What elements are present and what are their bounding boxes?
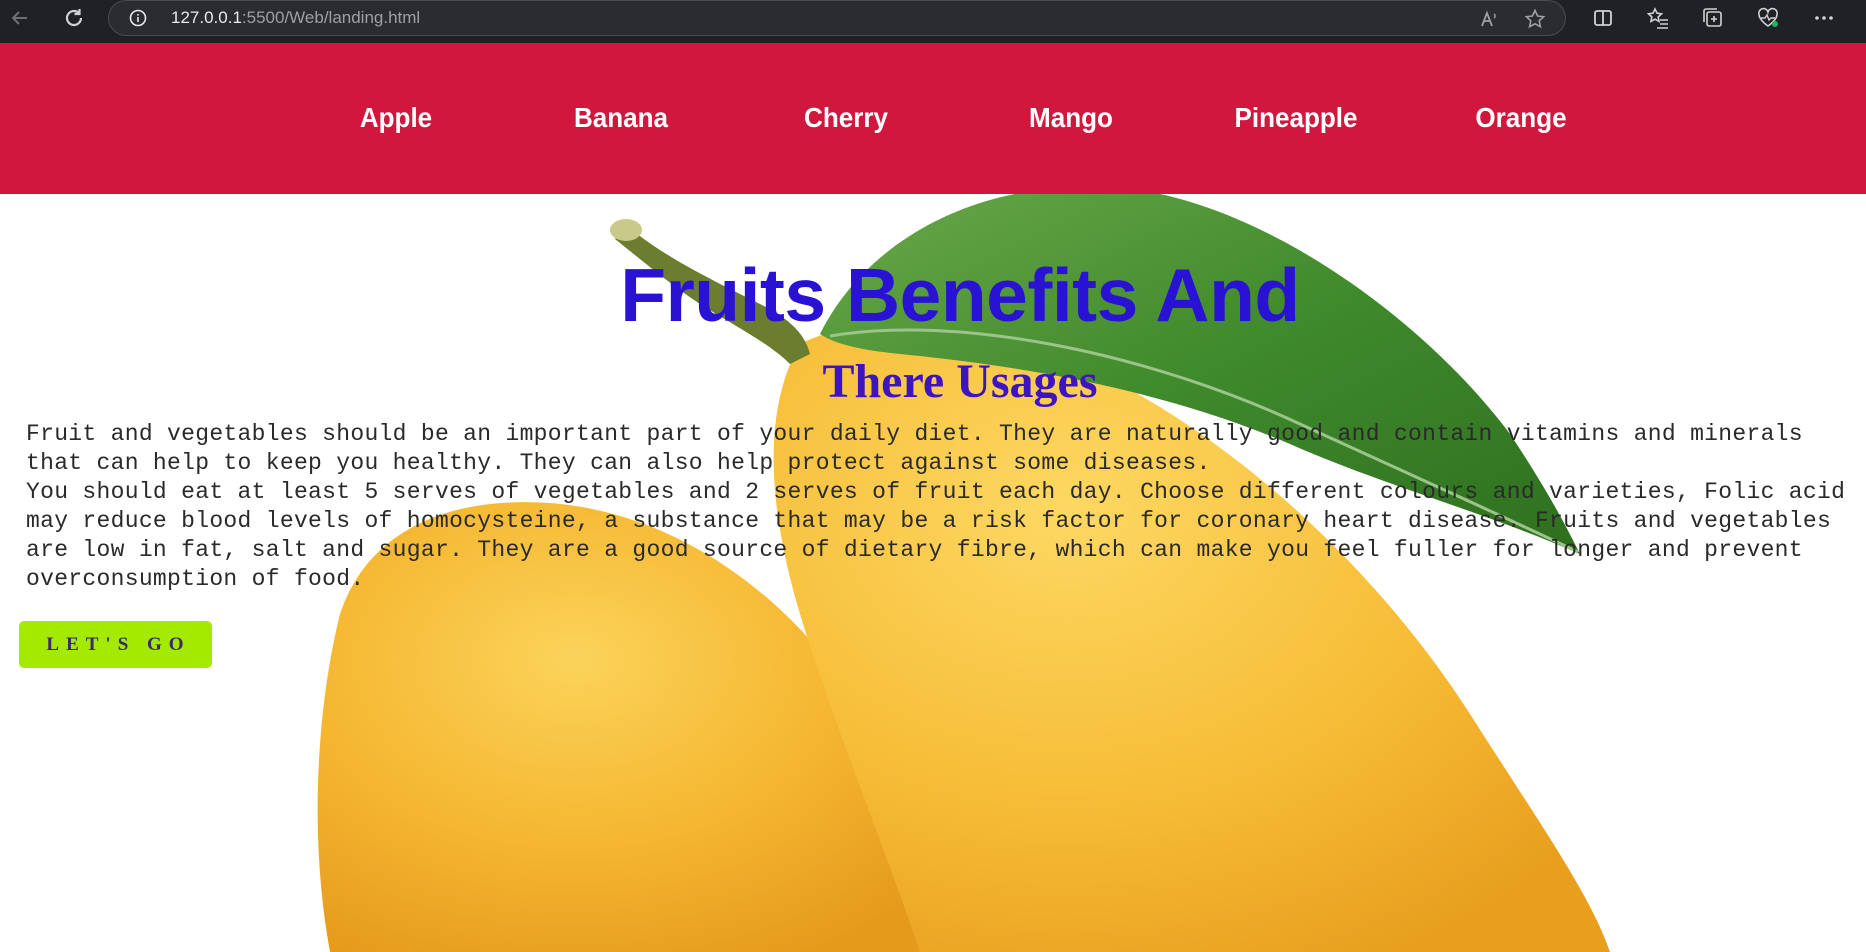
read-aloud-icon[interactable]	[1477, 7, 1501, 31]
favorites-list-icon[interactable]	[1640, 0, 1676, 36]
nav-link-apple[interactable]: Apple	[294, 102, 499, 134]
nav-link-banana[interactable]: Banana	[519, 102, 724, 134]
intro-text: Fruit and vegetables should be an import…	[26, 420, 1866, 594]
browser-toolbar: 127.0.0.1:5500/Web/landing.html	[0, 0, 1866, 43]
url-path: :5500/Web/landing.html	[241, 8, 421, 27]
more-icon[interactable]	[1806, 0, 1842, 36]
main-navigation: Apple Banana Cherry Mango Pineapple Oran…	[0, 43, 1866, 194]
split-screen-icon[interactable]	[1585, 0, 1621, 36]
info-icon[interactable]	[129, 9, 147, 27]
back-icon[interactable]	[2, 0, 38, 36]
page-subtitle: There Usages	[822, 355, 1098, 408]
url-host: 127.0.0.1	[171, 8, 242, 27]
refresh-icon[interactable]	[56, 0, 92, 36]
favorite-star-icon[interactable]	[1523, 7, 1547, 31]
intro-paragraph-2: You should eat at least 5 serves of vege…	[26, 479, 1846, 592]
url-text[interactable]: 127.0.0.1:5500/Web/landing.html	[171, 8, 420, 28]
nav-link-cherry[interactable]: Cherry	[744, 102, 949, 134]
nav-link-pineapple[interactable]: Pineapple	[1194, 102, 1399, 134]
address-bar[interactable]: 127.0.0.1:5500/Web/landing.html	[108, 0, 1566, 36]
intro-paragraph-1: Fruit and vegetables should be an import…	[26, 421, 1803, 476]
health-icon[interactable]	[1750, 0, 1786, 36]
nav-link-orange[interactable]: Orange	[1419, 102, 1624, 134]
collections-icon[interactable]	[1695, 0, 1731, 36]
page-title: Fruits Benefits And	[620, 253, 1300, 337]
lets-go-button[interactable]: LET'S GO	[19, 621, 212, 668]
hero-section: Fruits Benefits And There Usages Fruit a…	[0, 194, 1866, 952]
nav-link-mango[interactable]: Mango	[969, 102, 1174, 134]
